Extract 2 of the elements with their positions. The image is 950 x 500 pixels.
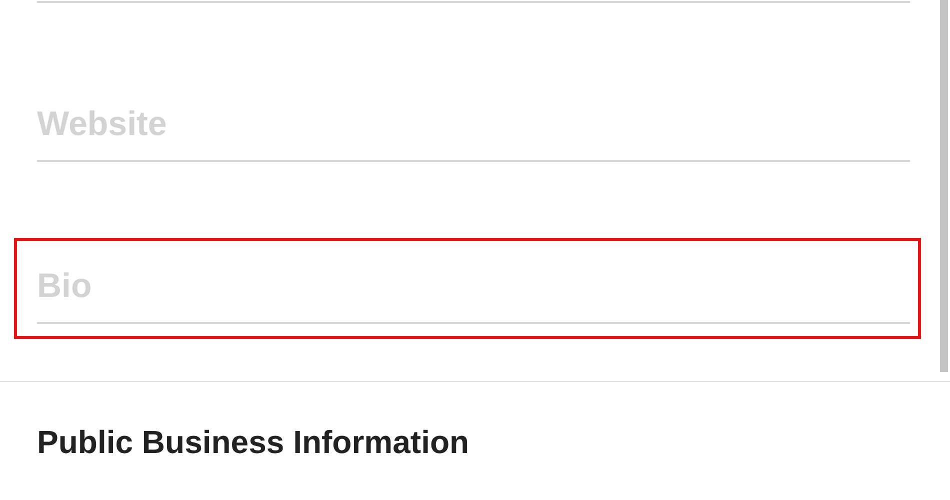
scrollbar[interactable]: [940, 0, 948, 372]
section-title: Public Business Information: [37, 424, 470, 460]
